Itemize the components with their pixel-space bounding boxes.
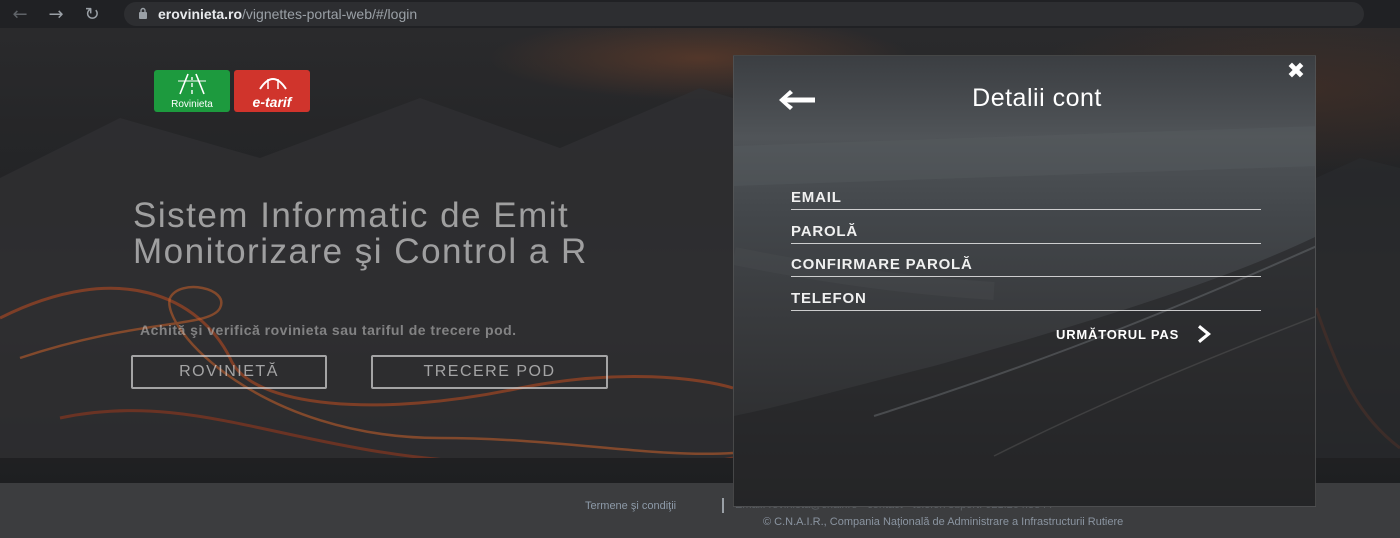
rovinieta-logo-text: Rovinieta <box>171 99 213 110</box>
hero-subtitle: Achită şi verifică rovinieta sau tariful… <box>140 322 517 338</box>
trecere-pod-button[interactable]: TRECERE POD <box>371 355 608 389</box>
next-step-label: URMĂTORUL PAS <box>1056 326 1180 342</box>
reload-button[interactable]: ↻ <box>74 0 110 28</box>
password-input[interactable] <box>791 223 1261 240</box>
footer-copyright: © C.N.A.I.R., Compania Naţională de Admi… <box>763 516 1124 528</box>
confirm-password-field[interactable] <box>791 249 1261 277</box>
next-step-button[interactable]: URMĂTORUL PAS <box>1056 322 1215 346</box>
confirm-password-input[interactable] <box>791 256 1261 273</box>
email-field[interactable] <box>791 182 1261 210</box>
url-path: /vignettes-portal-web/#/login <box>242 6 418 22</box>
close-icon[interactable]: ✖ <box>1283 59 1309 84</box>
password-field[interactable] <box>791 216 1261 244</box>
chevron-right-icon <box>1195 324 1215 344</box>
hero-title: Sistem Informatic de Emit Monitorizare ş… <box>133 198 588 270</box>
modal-title: Detalii cont <box>972 84 1102 112</box>
rovinieta-button[interactable]: ROVINIETĂ <box>131 355 327 389</box>
back-button[interactable]: ← <box>2 0 38 28</box>
etarif-logo[interactable]: e-tarif <box>234 70 310 112</box>
terms-link[interactable]: Termene şi condiţii <box>585 500 676 512</box>
lock-icon <box>138 7 148 22</box>
etarif-logo-text: e-tarif <box>252 94 292 110</box>
email-input[interactable] <box>791 189 1261 206</box>
logos: Rovinieta e-tarif <box>154 70 310 112</box>
back-arrow-icon: ← <box>12 3 28 25</box>
reload-icon: ↻ <box>84 3 100 25</box>
address-bar[interactable]: erovinieta.ro/vignettes-portal-web/#/log… <box>124 2 1364 26</box>
hero-title-line2: Monitorizare şi Control a R <box>133 232 588 271</box>
browser-toolbar: ← → ↻ erovinieta.ro/vignettes-portal-web… <box>0 0 1400 28</box>
road-background-image <box>734 126 1315 506</box>
account-details-modal: ✖ Detalii cont URMĂTORUL PAS <box>733 55 1316 507</box>
bridge-icon <box>259 78 287 90</box>
forward-arrow-icon: → <box>48 3 64 25</box>
url-host: erovinieta.ro <box>158 6 243 22</box>
hero-title-line1: Sistem Informatic de Emit <box>133 196 570 235</box>
phone-input[interactable] <box>791 290 1261 307</box>
road-icon <box>178 73 206 95</box>
forward-button[interactable]: → <box>38 0 74 28</box>
phone-field[interactable] <box>791 283 1261 311</box>
rovinieta-logo[interactable]: Rovinieta <box>154 70 230 112</box>
footer-divider <box>722 498 724 513</box>
